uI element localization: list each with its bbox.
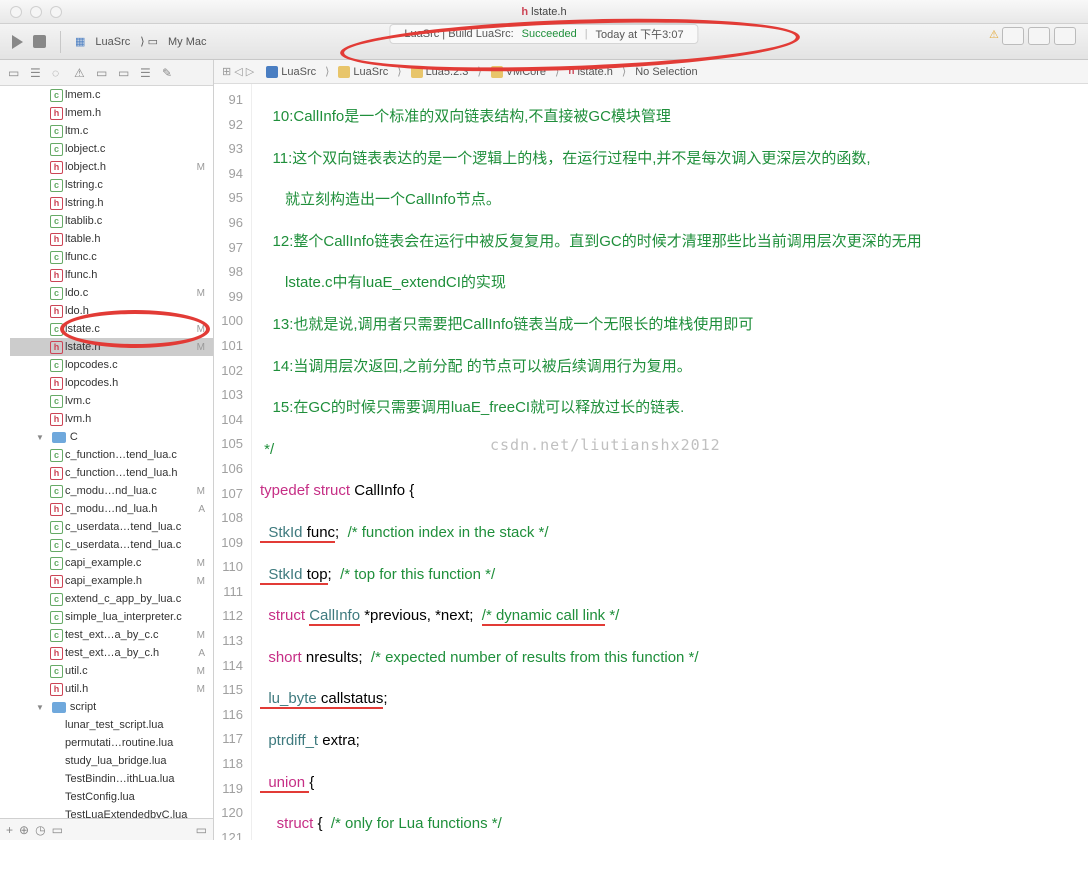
file-row[interactable]: htest_ext…a_by_c.hA [10, 644, 213, 662]
file-type-icon: h [50, 503, 63, 516]
file-row[interactable]: cextend_c_app_by_lua.c [10, 590, 213, 608]
device-icon: ⟩ ▭ [140, 35, 158, 48]
file-row[interactable]: hlvm.h [10, 410, 213, 428]
scheme-icon: ▦ [75, 35, 85, 48]
jump-bar[interactable]: ⊞ ◁ ▷ LuaSrc LuaSrc Lua5.2.3 VMCore hlst… [214, 60, 1088, 84]
file-row[interactable]: ccapi_example.cM [10, 554, 213, 572]
file-row[interactable]: cc_function…tend_lua.c [10, 446, 213, 464]
stop-button[interactable] [33, 35, 46, 48]
file-row[interactable]: cltablib.c [10, 212, 213, 230]
file-type-icon: c [50, 539, 63, 552]
file-row[interactable]: lunar_test_script.lua [10, 716, 213, 734]
file-row[interactable]: TestLuaExtendedbyC.lua [10, 806, 213, 818]
file-type-icon: c [50, 215, 63, 228]
file-type-icon: h [50, 467, 63, 480]
file-type-icon: h [50, 341, 63, 354]
file-row[interactable]: hc_modu…nd_lua.hA [10, 500, 213, 518]
file-row[interactable]: csimple_lua_interpreter.c [10, 608, 213, 626]
file-type-icon: h [50, 683, 63, 696]
file-type-icon: c [50, 323, 63, 336]
file-type-icon: h [50, 269, 63, 282]
file-type-icon: c [50, 251, 63, 264]
file-type-icon: h [50, 197, 63, 210]
file-type-icon: h [50, 305, 63, 318]
folder-icon [338, 66, 350, 78]
folder-row[interactable]: C [10, 428, 213, 446]
file-type-icon: c [50, 485, 63, 498]
file-type-icon: c [50, 359, 63, 372]
file-type-icon: c [50, 179, 63, 192]
file-row[interactable]: hlopcodes.h [10, 374, 213, 392]
build-status[interactable]: LuaSrc | Build LuaSrc: Succeeded | Today… [389, 24, 698, 44]
file-row[interactable]: hlfunc.h [10, 266, 213, 284]
header-file-icon: h [568, 66, 574, 77]
file-type-icon: c [50, 521, 63, 534]
file-type-icon: c [50, 449, 63, 462]
file-row[interactable]: hlobject.hM [10, 158, 213, 176]
file-row[interactable]: hlstate.hM [10, 338, 213, 356]
file-row[interactable]: hc_function…tend_lua.h [10, 464, 213, 482]
file-type-icon: c [50, 143, 63, 156]
file-row[interactable]: clopcodes.c [10, 356, 213, 374]
line-gutter: 9192939495969798991001011021031041051061… [214, 84, 252, 840]
file-row[interactable]: ctest_ext…a_by_c.cM [10, 626, 213, 644]
file-row[interactable]: cltm.c [10, 122, 213, 140]
navigator-sidebar: ▭☰◌⚠▭▭☰✎ clmem.chlmem.hcltm.cclobject.ch… [0, 60, 214, 840]
folder-icon [491, 66, 503, 78]
project-icon [266, 66, 278, 78]
folder-row[interactable]: script [10, 698, 213, 716]
sidebar-bottom-bar[interactable]: +⊕◷▭▭ [0, 818, 213, 840]
panel-toggles[interactable] [1002, 27, 1076, 45]
device-name[interactable]: My Mac [168, 36, 207, 48]
file-type-icon: h [50, 413, 63, 426]
file-type-icon: h [50, 575, 63, 588]
file-row[interactable]: hlstring.h [10, 194, 213, 212]
file-row[interactable]: hcapi_example.hM [10, 572, 213, 590]
file-type-icon: c [50, 89, 63, 102]
run-button[interactable] [12, 35, 23, 49]
titlebar: hlstate.h [0, 0, 1088, 24]
file-row[interactable]: clvm.c [10, 392, 213, 410]
file-type-icon: c [50, 665, 63, 678]
file-type-icon: h [50, 647, 63, 660]
navigator-tabs[interactable]: ▭☰◌⚠▭▭☰✎ [0, 60, 213, 86]
file-row[interactable]: clstring.c [10, 176, 213, 194]
file-type-icon: h [50, 233, 63, 246]
file-type-icon: c [50, 593, 63, 606]
file-row[interactable]: TestConfig.lua [10, 788, 213, 806]
file-row[interactable]: cldo.cM [10, 284, 213, 302]
file-row[interactable]: cc_userdata…tend_lua.c [10, 536, 213, 554]
file-row[interactable]: clobject.c [10, 140, 213, 158]
file-type-icon: c [50, 611, 63, 624]
file-type-icon: h [50, 161, 63, 174]
file-type-icon: c [50, 125, 63, 138]
file-row[interactable]: study_lua_bridge.lua [10, 752, 213, 770]
file-row[interactable]: permutati…routine.lua [10, 734, 213, 752]
file-type-icon: c [50, 557, 63, 570]
window-title: lstate.h [531, 6, 566, 18]
file-row[interactable]: clstate.cM [10, 320, 213, 338]
file-row[interactable]: cc_modu…nd_lua.cM [10, 482, 213, 500]
file-row[interactable]: hutil.hM [10, 680, 213, 698]
file-row[interactable]: clfunc.c [10, 248, 213, 266]
window-traffic-lights[interactable] [10, 6, 62, 18]
scheme-name[interactable]: LuaSrc [95, 36, 130, 48]
code-content[interactable]: 10:CallInfo是一个标准的双向链表结构,不直接被GC模块管理 11:这个… [252, 84, 1088, 840]
code-editor[interactable]: 9192939495969798991001011021031041051061… [214, 84, 1088, 840]
file-row[interactable]: TestBindin…ithLua.lua [10, 770, 213, 788]
file-row[interactable]: hltable.h [10, 230, 213, 248]
file-row[interactable]: cc_userdata…tend_lua.c [10, 518, 213, 536]
file-type-icon: h [50, 377, 63, 390]
file-row[interactable]: clmem.c [10, 86, 213, 104]
header-file-icon: h [521, 6, 528, 18]
file-row[interactable]: hldo.h [10, 302, 213, 320]
file-type-icon: h [50, 107, 63, 120]
file-row[interactable]: hlmem.h [10, 104, 213, 122]
folder-icon [411, 66, 423, 78]
file-type-icon: c [50, 287, 63, 300]
file-type-icon: c [50, 629, 63, 642]
file-type-icon: c [50, 395, 63, 408]
file-row[interactable]: cutil.cM [10, 662, 213, 680]
